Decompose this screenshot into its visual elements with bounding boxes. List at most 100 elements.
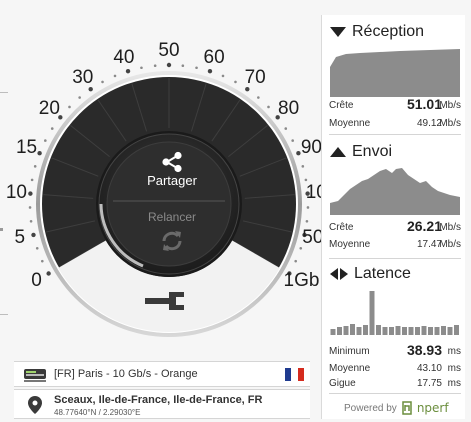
gauge-tick-label: 1Gb — [283, 269, 320, 291]
france-flag-icon — [285, 368, 304, 381]
speed-gauge: 05101520304050607080901005001Gb Partager… — [0, 0, 337, 360]
latency-chart — [330, 291, 459, 335]
wrench-icon — [145, 292, 184, 310]
gauge-tick-mark — [30, 178, 34, 182]
latency-bar — [421, 326, 427, 335]
gauge-tick-mark — [113, 74, 117, 78]
gauge-tick-label: 80 — [278, 97, 300, 119]
upload-separator — [329, 258, 461, 259]
download-arrow-icon — [330, 27, 346, 37]
upload-peak-value: 26.21 — [406, 218, 442, 234]
gauge-tick-mark — [284, 127, 288, 130]
latency-bar — [337, 327, 342, 335]
gauge-tick-mark — [50, 127, 54, 130]
latency-bar — [376, 325, 381, 335]
latency-bar — [408, 327, 414, 335]
latency-bar — [434, 327, 440, 335]
latency-min-label: Minimum — [329, 346, 370, 357]
gauge-tick-label: 0 — [31, 269, 42, 291]
latency-jitter-unit: ms — [447, 378, 461, 389]
gauge-tick-mark — [153, 64, 157, 67]
latency-bar — [369, 291, 375, 335]
latency-jitter-value: 17.75 — [416, 378, 442, 389]
latency-bar — [415, 327, 420, 335]
latency-min-unit: ms — [447, 346, 461, 357]
gauge-tick-mark — [166, 62, 172, 68]
gauge-tick-label: 30 — [72, 66, 94, 88]
location-pin-icon — [28, 396, 42, 414]
gauge-tick-label: 60 — [203, 46, 225, 68]
location-bar[interactable]: Sceaux, Ile-de-France, Ile-de-France, FR… — [14, 389, 310, 419]
gauge-tick-label: 10 — [5, 181, 27, 203]
gauge-tick-mark — [181, 64, 185, 67]
latency-bar — [441, 326, 446, 335]
upload-arrow-icon — [330, 147, 346, 157]
gauge-tick-mark — [41, 259, 44, 263]
latency-bar — [356, 327, 362, 335]
gauge-tick-mark — [195, 66, 198, 70]
relaunch-label: Relancer — [147, 210, 197, 224]
powered-by-label: Powered by — [344, 402, 397, 414]
gauge-tick-mark — [28, 206, 32, 209]
latency-title: Latence — [354, 265, 411, 282]
latency-jitter-row: Gigue 17.75 ms — [329, 375, 461, 389]
powered-by[interactable]: Powered by nperf — [344, 401, 449, 415]
gauge-tick-mark — [257, 96, 260, 99]
latency-bar — [447, 327, 453, 335]
reception-chart — [330, 49, 460, 97]
latency-bar — [402, 327, 407, 335]
upload-peak-unit: Mb/s — [439, 222, 461, 233]
gauge-tick-label: 20 — [38, 97, 60, 119]
latency-arrows-icon — [330, 268, 348, 280]
location-coords: 48.77640°N / 2.29030°E — [54, 408, 141, 417]
latency-header: Latence — [330, 265, 411, 283]
latency-avg-label: Moyenne — [329, 363, 371, 374]
gauge-tick-mark — [207, 68, 213, 74]
upload-peak-row: Crête 26.21 Mb/s — [329, 218, 461, 234]
server-bar[interactable]: [FR] Paris - 10 Gb/s - Orange — [14, 361, 310, 387]
gauge-tick-label: 90 — [300, 137, 322, 159]
refresh-icon — [162, 231, 182, 251]
gauge-tick-mark — [37, 151, 42, 156]
server-name: [FR] Paris - 10 Gb/s - Orange — [54, 368, 198, 380]
latency-bar — [454, 325, 459, 335]
reception-header: Réception — [330, 23, 424, 41]
gauge-tick-mark — [44, 139, 47, 142]
nperf-logo-icon — [402, 401, 412, 415]
reception-avg-unit: Mb/s — [439, 118, 461, 129]
latency-avg-unit: ms — [447, 363, 461, 374]
latency-bar — [382, 327, 388, 335]
gauge-tick-mark — [78, 96, 81, 99]
server-icon — [24, 369, 46, 382]
latency-avg-value: 43.10 — [416, 363, 442, 374]
latency-bar — [395, 326, 401, 335]
nperf-brand: nperf — [416, 401, 449, 415]
gauge-tick-mark — [33, 165, 37, 168]
location-name: Sceaux, Ile-de-France, Ile-de-France, FR — [54, 394, 263, 406]
reception-avg-row: Moyenne 49.12 Mb/s — [329, 115, 461, 129]
latency-avg-row: Moyenne 43.10 ms — [329, 360, 461, 374]
gauge-tick-mark — [267, 105, 270, 109]
latency-bar — [350, 324, 355, 335]
relaunch-button[interactable]: Relancer — [113, 208, 231, 260]
gauge-tick-mark — [28, 191, 33, 196]
latency-bar — [343, 326, 349, 335]
upload-chart — [330, 168, 460, 215]
gauge-tick-label: 5 — [14, 227, 26, 249]
reception-peak-row: Crête 51.01 Mb/s — [329, 96, 461, 112]
share-label: Partager — [147, 173, 197, 188]
reception-title: Réception — [352, 23, 425, 40]
upload-header: Envoi — [330, 143, 392, 161]
gauge-tick-mark — [68, 105, 71, 109]
share-button[interactable]: Partager — [113, 143, 231, 199]
settings-button[interactable] — [140, 287, 190, 315]
gauge-tick-mark — [29, 219, 33, 223]
reception-peak-value: 51.01 — [406, 96, 442, 112]
latency-bar — [330, 329, 336, 335]
upload-title: Envoi — [352, 143, 393, 160]
latency-bar — [389, 327, 394, 335]
latency-jitter-label: Gigue — [329, 378, 356, 389]
gauge-tick-mark — [294, 259, 297, 263]
upload-avg-label: Moyenne — [329, 239, 371, 250]
gauge-tick-mark — [221, 74, 225, 78]
